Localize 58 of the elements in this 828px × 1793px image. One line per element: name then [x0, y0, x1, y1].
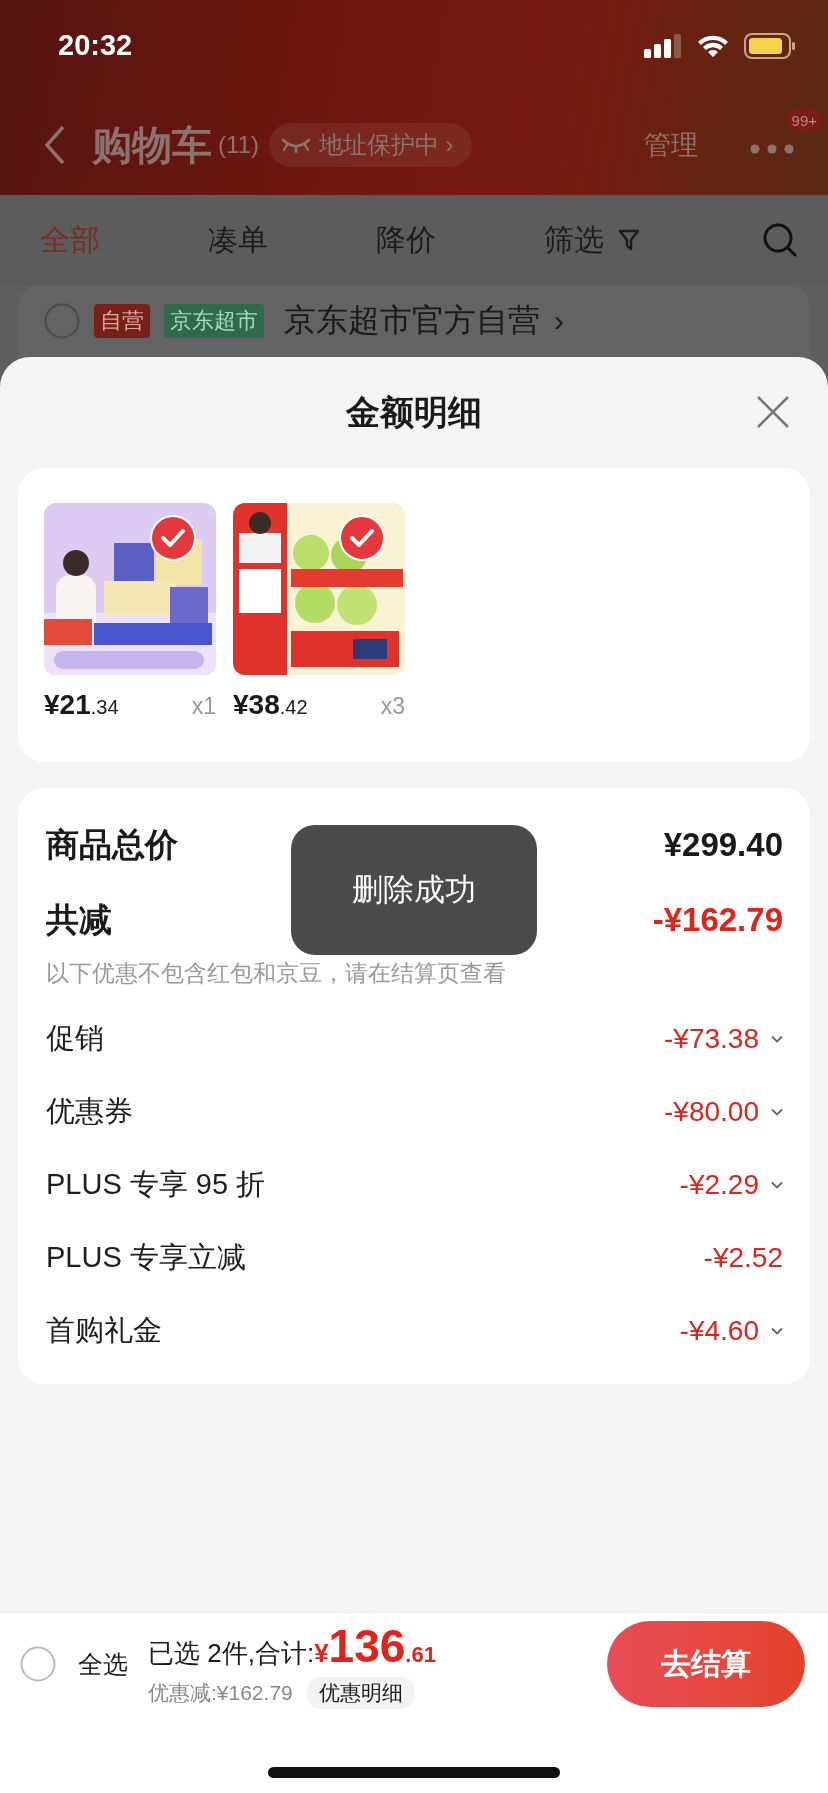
- total-label: 商品总价: [46, 824, 179, 865]
- product-price: ¥38.42: [233, 689, 308, 721]
- radio-button[interactable]: [20, 1646, 56, 1682]
- more-icon[interactable]: [750, 144, 794, 154]
- chevron-down-icon[interactable]: [771, 1107, 783, 1116]
- store-name[interactable]: 京东超市官方自营: [284, 299, 540, 343]
- check-icon[interactable]: [339, 515, 385, 561]
- discount-label: PLUS 专享 95 折: [46, 1166, 267, 1202]
- back-icon[interactable]: [44, 125, 66, 165]
- total-price: ¥136.61: [314, 1619, 436, 1673]
- discount-summary: 优惠减:¥162.79: [148, 1680, 293, 1706]
- sheet-title: 金额明细: [346, 391, 482, 433]
- reduction-note: 以下优惠不包含红包和京豆，请在结算页查看: [46, 959, 507, 988]
- item-count: (11): [218, 131, 259, 159]
- tab[interactable]: 降价: [376, 219, 436, 261]
- checkout-button[interactable]: 去结算: [607, 1621, 805, 1707]
- tab[interactable]: 凑单: [208, 219, 268, 261]
- discount-amount: -¥2.29: [679, 1168, 759, 1201]
- store-arrow[interactable]: ›: [554, 304, 564, 338]
- check-icon[interactable]: [150, 515, 196, 561]
- battery-icon: [744, 32, 796, 59]
- chevron-down-icon[interactable]: [771, 1180, 783, 1189]
- page-title: 购物车: [92, 121, 212, 169]
- toast-message: 删除成功: [291, 825, 537, 955]
- tab[interactable]: 全部: [40, 219, 100, 261]
- signal-icon: [644, 33, 682, 58]
- reduction-label: 共减: [46, 899, 113, 940]
- store-tag: 自营: [94, 304, 150, 338]
- discount-amount: -¥73.38: [664, 1023, 759, 1055]
- chevron-down-icon[interactable]: [771, 1035, 783, 1043]
- total-amount: ¥299.40: [663, 826, 783, 864]
- discount-details-link[interactable]: 优惠明细: [306, 1677, 415, 1709]
- store-tag: 京东超市: [164, 304, 264, 338]
- quantity: x3: [380, 693, 405, 720]
- discount-label: 优惠券: [46, 1093, 134, 1129]
- clock-time: 20:32: [58, 29, 134, 62]
- quantity: x1: [191, 693, 216, 720]
- closed-eye-icon: [280, 137, 311, 153]
- wifi-icon: [696, 33, 730, 58]
- discount-amount: -¥2.52: [703, 1241, 783, 1274]
- discount-label: 促销: [46, 1021, 105, 1056]
- select-all-label[interactable]: 全选: [78, 1647, 128, 1681]
- discount-label: 首购礼金: [46, 1312, 163, 1348]
- discount-amount: -¥80.00: [664, 1095, 759, 1128]
- selected-summary: 已选 2件,合计:: [148, 1637, 315, 1670]
- reduction-amount: -¥162.79: [652, 901, 783, 939]
- address-protection-badge[interactable]: 地址保护中 ›: [268, 123, 472, 167]
- tab[interactable]: 筛选: [544, 219, 640, 261]
- radio-button[interactable]: [44, 303, 80, 339]
- manage-button[interactable]: 管理: [644, 127, 698, 163]
- discount-amount: -¥4.60: [679, 1314, 759, 1347]
- search-icon[interactable]: [762, 222, 798, 258]
- close-icon[interactable]: [756, 395, 790, 429]
- filter-icon: [618, 228, 640, 252]
- product-price: ¥21.34: [44, 689, 119, 721]
- chevron-down-icon[interactable]: [771, 1326, 783, 1335]
- discount-label: PLUS 专享立减: [46, 1239, 247, 1275]
- notification-badge: 99+: [786, 110, 822, 131]
